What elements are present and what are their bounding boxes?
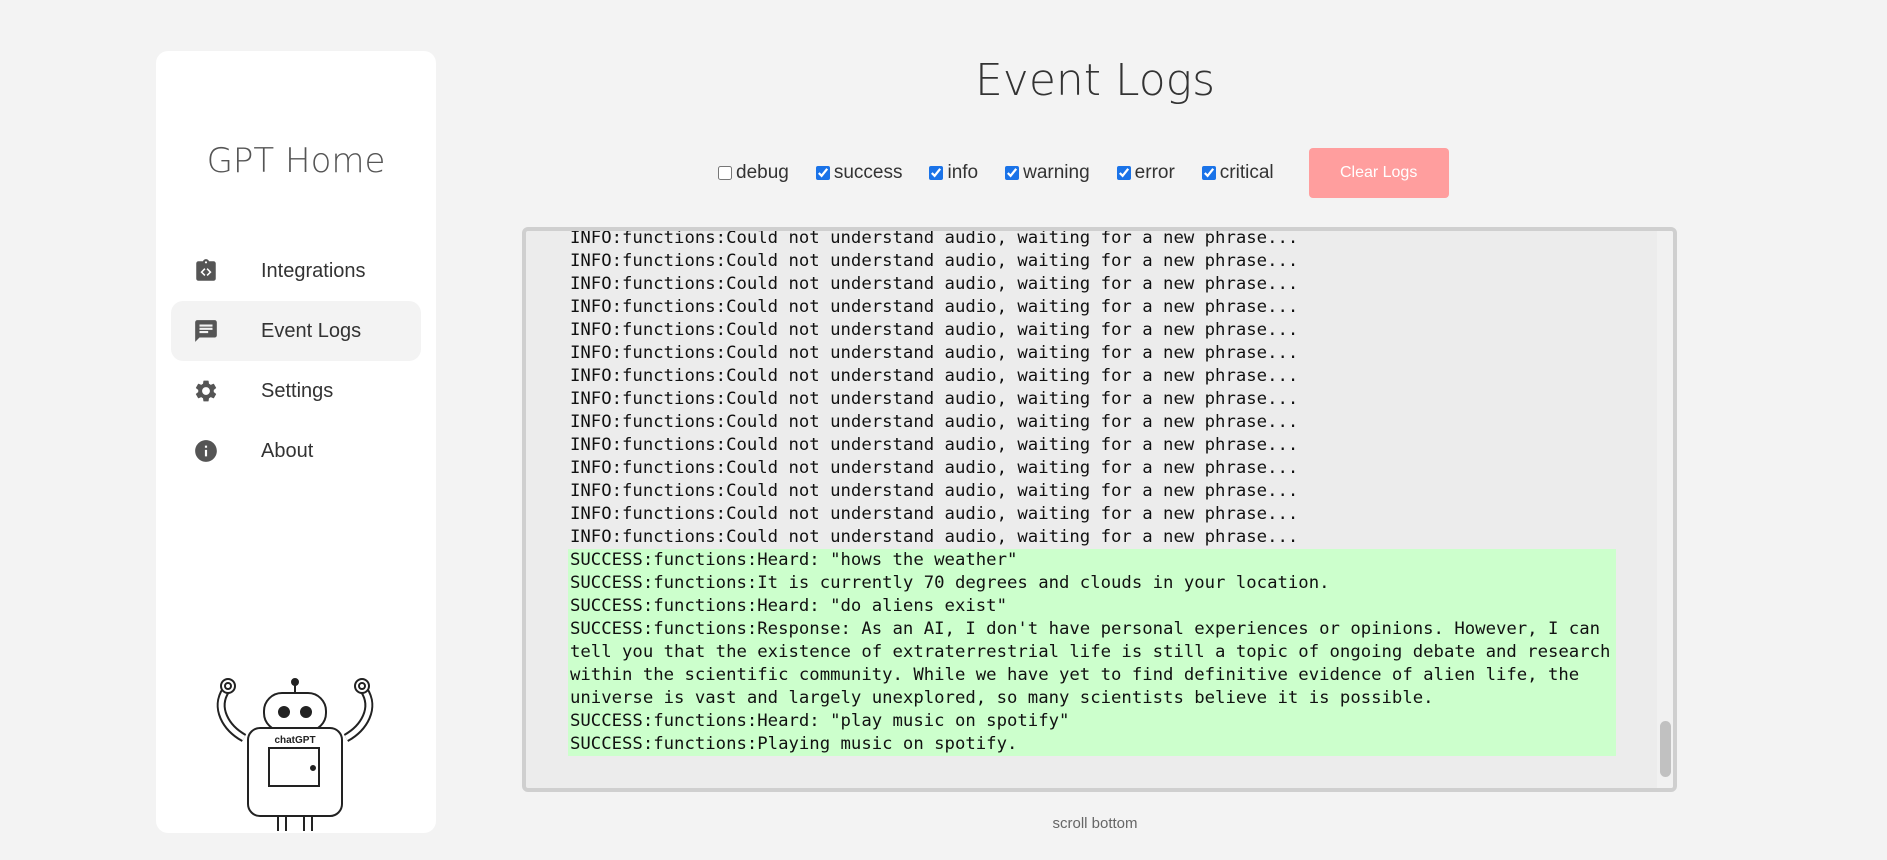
log-line-success: SUCCESS:functions:Heard: "play music on … <box>568 710 1616 733</box>
app-title: GPT Home <box>206 141 386 181</box>
sidebar-item-settings[interactable]: Settings <box>171 361 421 421</box>
filter-debug-checkbox[interactable] <box>718 166 732 180</box>
filter-label: debug <box>736 162 789 183</box>
scroll-bottom-link[interactable]: scroll bottom <box>520 815 1670 832</box>
robot-logo: chatGPT <box>216 678 374 831</box>
info-icon <box>195 440 217 462</box>
log-line-info: INFO:functions:Could not understand audi… <box>570 320 1299 340</box>
event-logs-icon <box>195 320 217 342</box>
filter-error[interactable]: error <box>1116 162 1175 184</box>
filter-error-checkbox[interactable] <box>1116 166 1131 180</box>
sidebar-item-label: Integrations <box>261 259 366 282</box>
log-line-info: INFO:functions:Could not understand audi… <box>570 504 1299 524</box>
sidebar: GPT Home Integrations Event Logs Setting… <box>156 51 436 833</box>
integrations-icon <box>196 259 216 281</box>
sidebar-item-label: About <box>261 439 314 462</box>
log-line-info: INFO:functions:Could not understand audi… <box>570 481 1299 501</box>
clear-logs-button[interactable]: Clear Logs <box>1308 148 1449 198</box>
log-line-success: SUCCESS:functions:Response: As an AI, I … <box>568 618 1621 710</box>
filter-info[interactable]: info <box>929 162 978 184</box>
filter-critical-checkbox[interactable] <box>1201 166 1216 180</box>
log-line-success: SUCCESS:functions:Playing music on spoti… <box>568 733 1616 756</box>
filter-debug[interactable]: debug <box>718 162 789 184</box>
sidebar-item-label: Settings <box>261 379 334 402</box>
sidebar-item-label: Event Logs <box>261 319 362 342</box>
log-line-info: INFO:functions:Could not understand audi… <box>570 297 1299 317</box>
filter-info-checkbox[interactable] <box>929 166 944 180</box>
filter-warning[interactable]: warning <box>1005 162 1090 184</box>
filter-label: critical <box>1219 162 1274 183</box>
log-line-info: INFO:functions:Could not understand audi… <box>570 366 1299 386</box>
log-line-info: INFO:functions:Could not understand audi… <box>570 527 1299 547</box>
filter-critical[interactable]: critical <box>1201 162 1274 184</box>
log-line-info: INFO:functions:Could not understand audi… <box>570 389 1299 409</box>
log-line-info: INFO:functions:Could not understand audi… <box>570 274 1299 294</box>
gear-icon <box>195 380 217 402</box>
page-title: Event Logs <box>974 55 1216 106</box>
log-line-info: INFO:functions:Could not understand audi… <box>570 343 1299 363</box>
log-content: INFO:functions:Could not understand audi… <box>568 228 1621 756</box>
filter-label: info <box>947 162 979 183</box>
sidebar-item-about[interactable]: About <box>171 421 421 481</box>
filter-success-checkbox[interactable] <box>815 166 830 180</box>
log-line-info: INFO:functions:Could not understand audi… <box>570 412 1299 432</box>
filter-label: warning <box>1023 162 1090 183</box>
log-line-success: SUCCESS:functions:It is currently 70 deg… <box>568 572 1616 595</box>
log-line-success: SUCCESS:functions:Heard: "hows the weath… <box>568 549 1616 572</box>
filter-success[interactable]: success <box>815 162 903 184</box>
log-scrollbar[interactable] <box>1657 231 1673 788</box>
sidebar-item-event-logs[interactable]: Event Logs <box>171 301 421 361</box>
log-line-info: INFO:functions:Could not understand audi… <box>570 458 1299 478</box>
sidebar-nav: Integrations Event Logs Settings About <box>171 241 421 481</box>
sidebar-item-integrations[interactable]: Integrations <box>171 241 421 301</box>
log-line-info: INFO:functions:Could not understand audi… <box>570 251 1299 271</box>
log-line-success: SUCCESS:functions:Heard: "do aliens exis… <box>568 595 1616 618</box>
filter-label: error <box>1134 162 1175 183</box>
log-line-info: INFO:functions:Could not understand audi… <box>570 435 1299 455</box>
log-viewer[interactable]: INFO:functions:Could not understand audi… <box>522 227 1677 792</box>
log-filters: debug success info warning error critica… <box>718 148 1449 198</box>
robot-label: chatGPT <box>274 735 315 746</box>
filter-label: success <box>833 162 903 183</box>
filter-warning-checkbox[interactable] <box>1005 166 1020 180</box>
log-line-info: INFO:functions:Could not understand audi… <box>570 228 1299 248</box>
log-scrollbar-thumb[interactable] <box>1660 721 1671 777</box>
